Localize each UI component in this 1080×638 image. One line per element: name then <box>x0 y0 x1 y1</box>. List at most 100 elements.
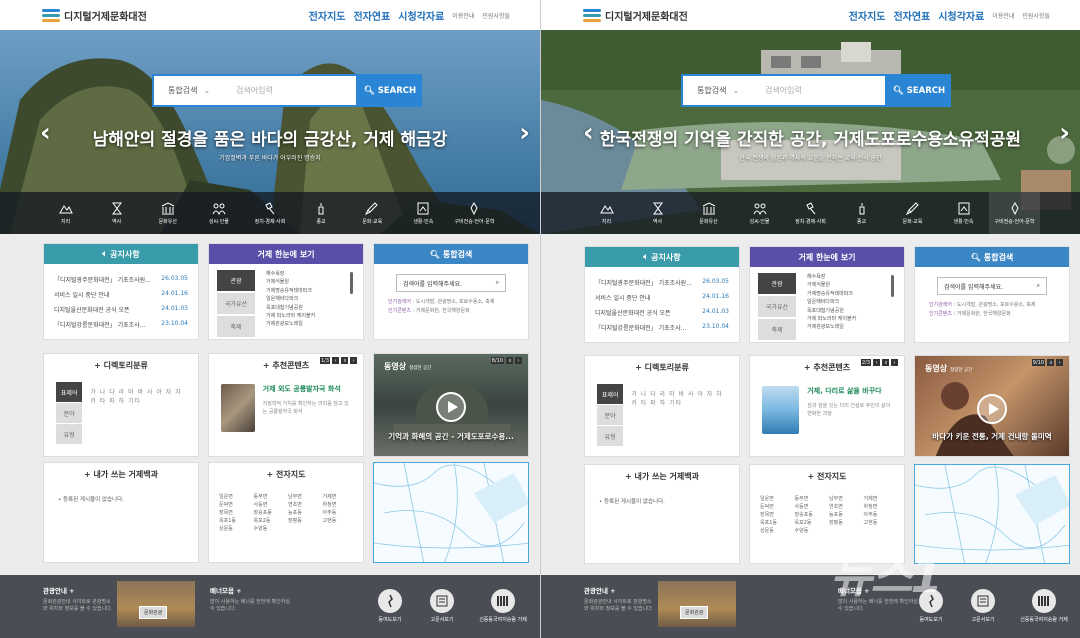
pause-icon[interactable]: ॥ <box>1047 359 1054 366</box>
place-link[interactable]: 장목면 <box>760 511 791 519</box>
pause-icon[interactable]: ॥ <box>882 359 889 366</box>
tab-tourism[interactable]: 관광 <box>217 270 255 291</box>
place-link[interactable]: 수양동 <box>795 527 826 535</box>
tab-type[interactable]: 유형 <box>597 426 624 446</box>
nav-guide[interactable]: 이용안내 <box>992 11 1014 20</box>
list-item[interactable]: 거제명승유적테마파크 <box>266 287 355 295</box>
search-button[interactable]: 🔍︎ SEARCH <box>887 74 951 107</box>
index-letters[interactable]: 가 나 다 라 마 바 사 아 자 차 카 타 파 하 기타 <box>90 382 186 445</box>
place-link[interactable]: 옥포1동 <box>760 519 791 527</box>
nav-chronology[interactable]: 전자연표 <box>893 8 930 23</box>
place-link[interactable]: 아주동 <box>864 511 895 519</box>
place-link[interactable]: 남부면 <box>829 495 860 503</box>
nav-media[interactable]: 시청각자료 <box>938 8 984 23</box>
place-link[interactable]: 둔덕면 <box>219 501 250 509</box>
place-link[interactable]: 장평동 <box>829 519 860 527</box>
place-link[interactable]: 상문동 <box>219 525 250 533</box>
place-link[interactable]: 장평동 <box>288 517 319 525</box>
list-item[interactable]: 옥포대첩기념공원 <box>266 304 355 312</box>
list-item[interactable]: 거제 파노라마 케이블카 <box>807 315 896 323</box>
cat-culture[interactable]: 문화·교육 <box>347 192 398 234</box>
place-link[interactable]: 사등면 <box>795 503 826 511</box>
next-icon[interactable]: › <box>1056 359 1063 366</box>
place-link[interactable]: 옥포2동 <box>254 517 285 525</box>
tab-field[interactable]: 분야 <box>597 405 624 425</box>
search-input[interactable]: 검색어입력 <box>236 85 273 96</box>
popular-keywords[interactable]: 도시개발, 관광명소, 포로수용소, 축제 <box>957 302 1036 308</box>
cat-folk[interactable]: 생활·민속 <box>938 192 989 234</box>
nav-emap[interactable]: 전자지도 <box>309 8 346 23</box>
place-link[interactable]: 하청면 <box>323 501 354 509</box>
scrollbar[interactable] <box>350 272 353 294</box>
prev-icon[interactable]: ‹ <box>332 357 339 364</box>
footer-link-atlas[interactable]: 신증동국여지승람 거제 <box>478 589 528 623</box>
notice-item[interactable]: 「디지털광주문화대전」 기초조사원... 26.03.05 <box>585 275 739 290</box>
search-scope-select[interactable]: 통합검색 ⌄ <box>154 85 218 96</box>
search-scope-select[interactable]: 통합검색 ⌄ <box>683 85 747 96</box>
video-card[interactable]: 동영상 청렴한 공간 9/10 ॥ › 바다가 키운 전통, 거제 건내랑 돌미역 <box>914 355 1070 457</box>
cat-geography[interactable]: 지리 <box>40 192 91 234</box>
notice-item[interactable]: 서비스 일시 중단 안내 24.01.16 <box>44 287 198 302</box>
cat-folk[interactable]: 생활·민속 <box>398 192 449 234</box>
place-link[interactable]: 수양동 <box>254 525 285 533</box>
popular-keywords[interactable]: 도시개발, 관광명소, 포로수용소, 축제 <box>416 299 495 305</box>
next-icon[interactable]: › <box>515 357 522 364</box>
site-logo[interactable]: 디지털거제문화대전 <box>583 8 688 23</box>
recommend-item-title[interactable]: 거제 외도 공룡발자국 화석 <box>263 384 351 394</box>
place-link[interactable]: 상문동 <box>760 527 791 535</box>
place-link[interactable]: 하청면 <box>864 503 895 511</box>
list-item[interactable]: 거제관광모노레일 <box>266 320 355 328</box>
cat-politics[interactable]: 정치·경제·사회 <box>785 192 836 234</box>
tab-headword[interactable]: 표제어 <box>597 384 624 404</box>
place-link[interactable]: 장승포동 <box>254 509 285 517</box>
tour-button[interactable]: 문화관광 <box>139 606 168 619</box>
tab-field[interactable]: 분야 <box>56 403 83 423</box>
list-item[interactable]: 일운해바다파크 <box>266 295 355 303</box>
cat-culture[interactable]: 문화·교육 <box>887 192 938 234</box>
tab-festival[interactable]: 축제 <box>758 319 796 340</box>
list-item[interactable]: 옥포대첩기념공원 <box>807 307 896 315</box>
list-item[interactable]: 거제명승유적테마파크 <box>807 290 896 298</box>
tab-headword[interactable]: 표제어 <box>56 382 83 402</box>
cat-religion[interactable]: 종교 <box>836 192 887 234</box>
place-link[interactable]: 남부면 <box>288 493 319 501</box>
footer-link-atlas[interactable]: 신증동국여지승람 거제 <box>1019 589 1069 623</box>
next-icon[interactable]: › <box>350 357 357 364</box>
place-link[interactable]: 연초면 <box>288 501 319 509</box>
tour-button[interactable]: 문화관광 <box>680 606 709 619</box>
recommend-image[interactable] <box>762 386 800 434</box>
place-link[interactable]: 고현동 <box>323 517 354 525</box>
notice-item[interactable]: 서비스 일시 중단 안내 24.01.16 <box>585 290 739 305</box>
place-link[interactable]: 일운면 <box>760 495 791 503</box>
place-link[interactable]: 옥포2동 <box>795 519 826 527</box>
cat-history[interactable]: 역사 <box>632 192 683 234</box>
tab-heritage[interactable]: 국가유산 <box>217 293 255 314</box>
cat-heritage[interactable]: 문화유산 <box>142 192 193 234</box>
list-item[interactable]: 거제식물원 <box>266 278 355 286</box>
nav-chronology[interactable]: 전자연표 <box>353 8 390 23</box>
index-letters[interactable]: 가 나 다 라 마 바 사 아 자 차 카 타 파 하 기타 <box>631 384 727 447</box>
nav-civil[interactable]: 민원사항들 <box>1022 11 1050 20</box>
cat-heritage[interactable]: 문화유산 <box>683 192 734 234</box>
list-item[interactable]: 거제식물원 <box>807 281 896 289</box>
list-item[interactable]: 일운해바다파크 <box>807 298 896 306</box>
place-link[interactable]: 연초면 <box>829 503 860 511</box>
notice-item[interactable]: 디지털울산문화대전 공식 오픈 24.01.03 <box>585 305 739 320</box>
footer-link-dongyeodo[interactable]: 동여도보기 <box>378 589 402 623</box>
footer-link-documents[interactable]: 고문서보기 <box>971 589 995 623</box>
pause-icon[interactable]: ॥ <box>506 357 513 364</box>
search-input[interactable]: 검색어입력 <box>765 85 802 96</box>
cat-people[interactable]: 성씨·인물 <box>193 192 244 234</box>
play-icon[interactable] <box>436 392 466 422</box>
place-link[interactable]: 장목면 <box>219 509 250 517</box>
cat-literature[interactable]: 구비전승·언어·문학 <box>989 192 1040 234</box>
nav-guide[interactable]: 이용안내 <box>452 11 474 20</box>
isearch-input[interactable]: 검색어를 입력해주세요. ⌕ <box>396 274 506 292</box>
place-link[interactable]: 거제면 <box>323 493 354 501</box>
nav-civil[interactable]: 민원사항들 <box>482 11 510 20</box>
place-link[interactable]: 동부면 <box>254 493 285 501</box>
place-link[interactable]: 옥포1동 <box>219 517 250 525</box>
cat-people[interactable]: 성씨·인물 <box>734 192 785 234</box>
place-link[interactable]: 장승포동 <box>795 511 826 519</box>
recommend-image[interactable] <box>221 384 255 432</box>
